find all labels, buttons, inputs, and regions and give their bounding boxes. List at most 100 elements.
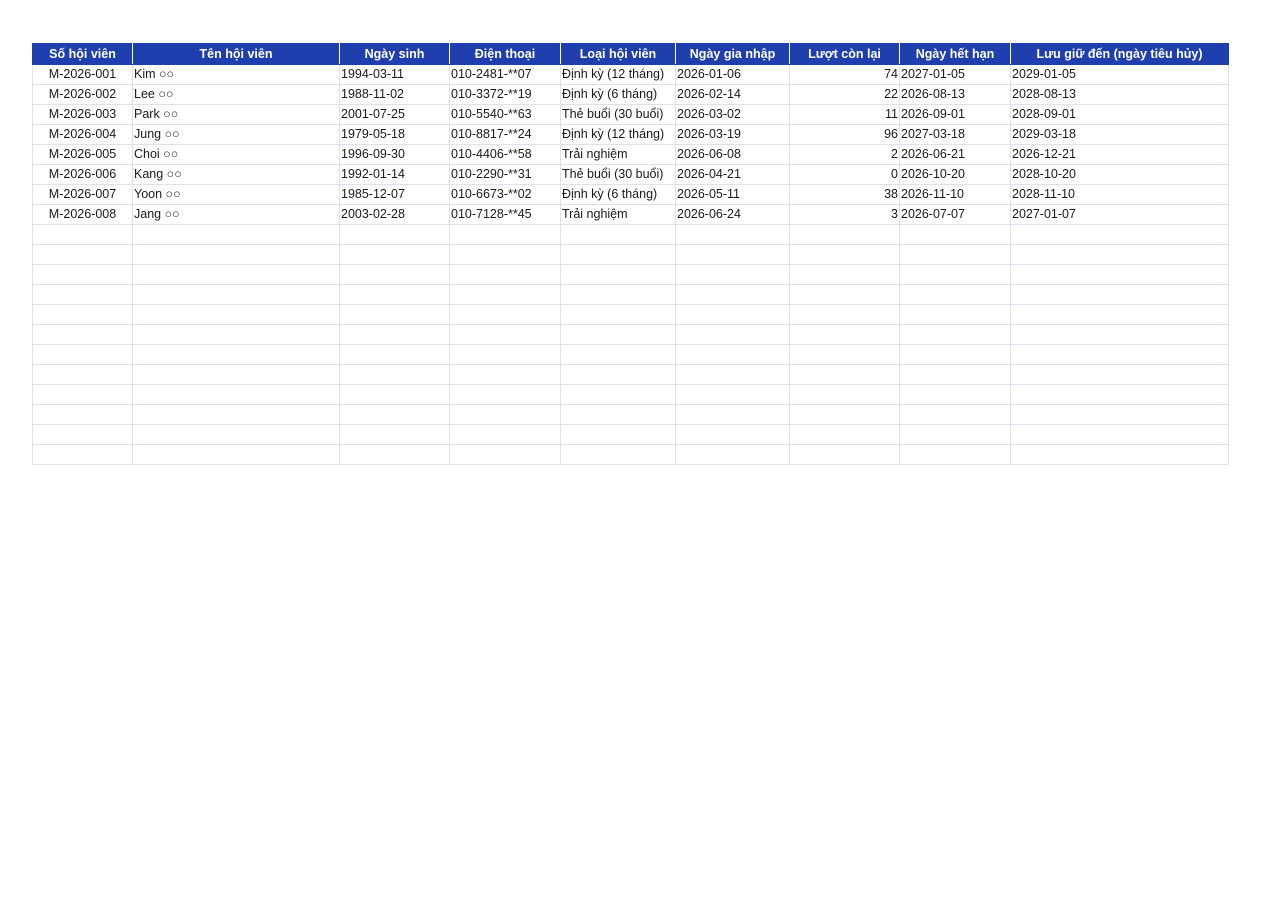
cell-member-type[interactable]: Định kỳ (6 tháng) bbox=[560, 84, 676, 105]
empty-cell[interactable] bbox=[32, 404, 133, 425]
empty-cell[interactable] bbox=[675, 264, 790, 285]
cell-birth-date[interactable]: 1994-03-11 bbox=[339, 64, 450, 85]
cell-remaining-visits[interactable]: 38 bbox=[789, 184, 900, 205]
empty-cell[interactable] bbox=[1010, 424, 1229, 445]
empty-cell[interactable] bbox=[449, 264, 561, 285]
cell-remaining-visits[interactable]: 3 bbox=[789, 204, 900, 225]
empty-cell[interactable] bbox=[1010, 224, 1229, 245]
cell-retention-date[interactable]: 2029-03-18 bbox=[1010, 124, 1229, 145]
cell-remaining-visits[interactable]: 11 bbox=[789, 104, 900, 125]
cell-birth-date[interactable]: 2001-07-25 bbox=[339, 104, 450, 125]
empty-cell[interactable] bbox=[1010, 364, 1229, 385]
empty-cell[interactable] bbox=[675, 324, 790, 345]
cell-member-id[interactable]: M-2026-005 bbox=[32, 144, 133, 165]
cell-member-type[interactable]: Định kỳ (12 tháng) bbox=[560, 64, 676, 85]
cell-retention-date[interactable]: 2028-10-20 bbox=[1010, 164, 1229, 185]
empty-cell[interactable] bbox=[132, 364, 340, 385]
cell-member-id[interactable]: M-2026-001 bbox=[32, 64, 133, 85]
cell-remaining-visits[interactable]: 2 bbox=[789, 144, 900, 165]
empty-cell[interactable] bbox=[132, 324, 340, 345]
empty-cell[interactable] bbox=[32, 364, 133, 385]
empty-cell[interactable] bbox=[1010, 344, 1229, 365]
empty-cell[interactable] bbox=[339, 404, 450, 425]
cell-member-name[interactable]: Kang ○○ bbox=[132, 164, 340, 185]
empty-cell[interactable] bbox=[899, 304, 1011, 325]
empty-cell[interactable] bbox=[32, 244, 133, 265]
cell-expiry-date[interactable]: 2026-10-20 bbox=[899, 164, 1011, 185]
cell-expiry-date[interactable]: 2026-08-13 bbox=[899, 84, 1011, 105]
empty-cell[interactable] bbox=[449, 284, 561, 305]
cell-join-date[interactable]: 2026-03-19 bbox=[675, 124, 790, 145]
empty-cell[interactable] bbox=[789, 264, 900, 285]
empty-cell[interactable] bbox=[132, 224, 340, 245]
empty-cell[interactable] bbox=[339, 244, 450, 265]
empty-cell[interactable] bbox=[339, 364, 450, 385]
empty-cell[interactable] bbox=[560, 244, 676, 265]
empty-cell[interactable] bbox=[339, 284, 450, 305]
empty-cell[interactable] bbox=[675, 444, 790, 465]
empty-cell[interactable] bbox=[560, 224, 676, 245]
cell-member-name[interactable]: Choi ○○ bbox=[132, 144, 340, 165]
cell-expiry-date[interactable]: 2026-07-07 bbox=[899, 204, 1011, 225]
cell-join-date[interactable]: 2026-03-02 bbox=[675, 104, 790, 125]
cell-phone[interactable]: 010-6673-**02 bbox=[449, 184, 561, 205]
empty-cell[interactable] bbox=[32, 324, 133, 345]
empty-cell[interactable] bbox=[675, 224, 790, 245]
cell-birth-date[interactable]: 2003-02-28 bbox=[339, 204, 450, 225]
cell-member-type[interactable]: Thẻ buổi (30 buổi) bbox=[560, 104, 676, 125]
empty-cell[interactable] bbox=[132, 404, 340, 425]
empty-cell[interactable] bbox=[560, 324, 676, 345]
empty-cell[interactable] bbox=[339, 304, 450, 325]
empty-cell[interactable] bbox=[899, 244, 1011, 265]
empty-cell[interactable] bbox=[449, 224, 561, 245]
cell-remaining-visits[interactable]: 96 bbox=[789, 124, 900, 145]
empty-cell[interactable] bbox=[560, 344, 676, 365]
cell-birth-date[interactable]: 1992-01-14 bbox=[339, 164, 450, 185]
cell-member-id[interactable]: M-2026-006 bbox=[32, 164, 133, 185]
cell-expiry-date[interactable]: 2026-09-01 bbox=[899, 104, 1011, 125]
header-expiry-date[interactable]: Ngày hết hạn bbox=[899, 43, 1011, 65]
cell-expiry-date[interactable]: 2026-06-21 bbox=[899, 144, 1011, 165]
empty-cell[interactable] bbox=[899, 424, 1011, 445]
empty-cell[interactable] bbox=[449, 404, 561, 425]
empty-cell[interactable] bbox=[32, 224, 133, 245]
header-member-id[interactable]: Số hội viên bbox=[32, 43, 133, 65]
empty-cell[interactable] bbox=[1010, 384, 1229, 405]
empty-cell[interactable] bbox=[789, 224, 900, 245]
empty-cell[interactable] bbox=[789, 304, 900, 325]
header-remaining-visits[interactable]: Lượt còn lại bbox=[789, 43, 900, 65]
empty-cell[interactable] bbox=[789, 284, 900, 305]
empty-cell[interactable] bbox=[789, 424, 900, 445]
empty-cell[interactable] bbox=[899, 444, 1011, 465]
empty-cell[interactable] bbox=[132, 344, 340, 365]
empty-cell[interactable] bbox=[789, 384, 900, 405]
empty-cell[interactable] bbox=[675, 424, 790, 445]
cell-retention-date[interactable]: 2028-11-10 bbox=[1010, 184, 1229, 205]
empty-cell[interactable] bbox=[449, 384, 561, 405]
cell-retention-date[interactable]: 2029-01-05 bbox=[1010, 64, 1229, 85]
empty-cell[interactable] bbox=[339, 324, 450, 345]
cell-phone[interactable]: 010-5540-**63 bbox=[449, 104, 561, 125]
empty-cell[interactable] bbox=[339, 224, 450, 245]
empty-cell[interactable] bbox=[132, 304, 340, 325]
empty-cell[interactable] bbox=[132, 284, 340, 305]
empty-cell[interactable] bbox=[675, 284, 790, 305]
cell-expiry-date[interactable]: 2026-11-10 bbox=[899, 184, 1011, 205]
empty-cell[interactable] bbox=[32, 384, 133, 405]
empty-cell[interactable] bbox=[1010, 324, 1229, 345]
empty-cell[interactable] bbox=[789, 404, 900, 425]
cell-remaining-visits[interactable]: 74 bbox=[789, 64, 900, 85]
cell-retention-date[interactable]: 2026-12-21 bbox=[1010, 144, 1229, 165]
cell-birth-date[interactable]: 1985-12-07 bbox=[339, 184, 450, 205]
empty-cell[interactable] bbox=[132, 384, 340, 405]
empty-cell[interactable] bbox=[789, 324, 900, 345]
cell-member-id[interactable]: M-2026-004 bbox=[32, 124, 133, 145]
cell-member-name[interactable]: Jung ○○ bbox=[132, 124, 340, 145]
empty-cell[interactable] bbox=[675, 304, 790, 325]
cell-remaining-visits[interactable]: 22 bbox=[789, 84, 900, 105]
cell-join-date[interactable]: 2026-06-24 bbox=[675, 204, 790, 225]
empty-cell[interactable] bbox=[132, 444, 340, 465]
cell-retention-date[interactable]: 2028-08-13 bbox=[1010, 84, 1229, 105]
cell-member-id[interactable]: M-2026-007 bbox=[32, 184, 133, 205]
empty-cell[interactable] bbox=[449, 364, 561, 385]
